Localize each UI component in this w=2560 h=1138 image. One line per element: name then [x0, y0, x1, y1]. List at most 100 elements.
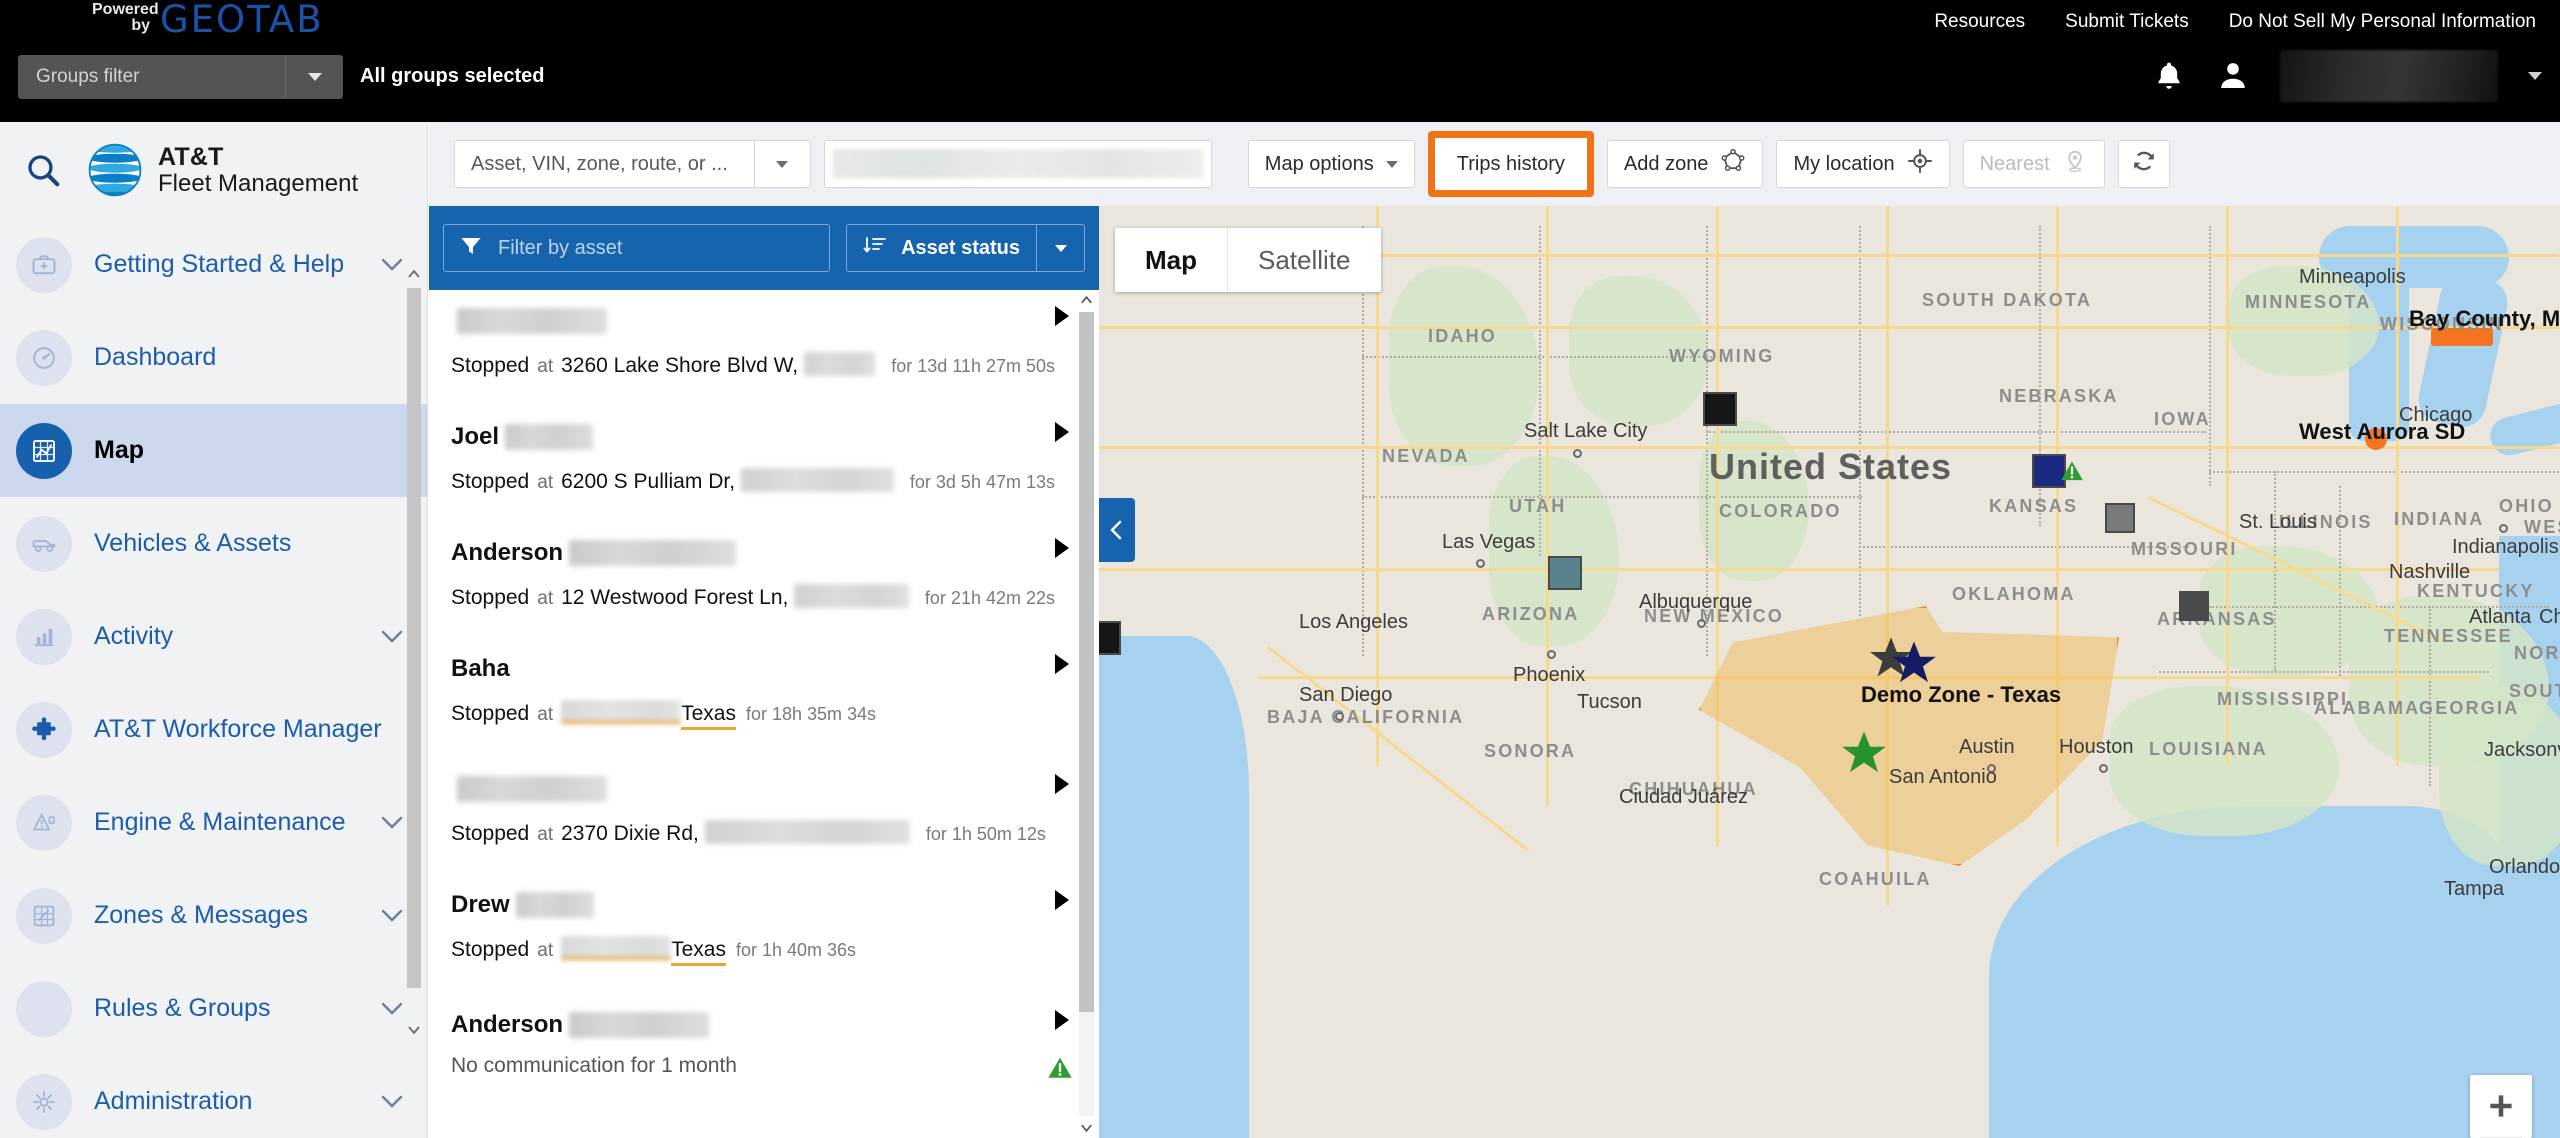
asset-row-expand-arrow-icon[interactable] — [1055, 422, 1069, 442]
asset-status-sort-caret[interactable] — [1036, 225, 1084, 271]
first-aid-kit-icon — [16, 236, 72, 293]
asset-zone-redacted[interactable] — [561, 700, 682, 724]
map-state-label: NEVADA — [1382, 446, 1470, 466]
search-input[interactable] — [823, 140, 1212, 188]
map-asset-marker[interactable] — [1548, 556, 1582, 590]
nav-link-do-not-sell[interactable]: Do Not Sell My Personal Information — [2229, 11, 2536, 33]
bar-chart-icon — [16, 608, 72, 665]
map-asset-marker[interactable] — [2179, 591, 2209, 621]
asset-status-sort-button[interactable]: Asset status — [846, 224, 1085, 272]
sidebar-item-vehicles-assets[interactable]: Vehicles & Assets — [0, 497, 427, 590]
map-zone-label-bay-county[interactable]: Bay County, MI — [2409, 306, 2560, 332]
asset-zone-link[interactable]: Texas — [671, 938, 726, 966]
map-tiles: MINNESOTA WISCONSIN SOUTH DAKOTA IDAHO W… — [1099, 206, 2560, 1138]
sidebar-item-rules-groups[interactable]: Rules & Groups — [0, 962, 427, 1055]
asset-row[interactable]: Baha Stopped at Texas for 18h 35m 34s — [429, 632, 1099, 752]
att-brand-text: AT&T Fleet Management — [158, 143, 358, 198]
chevron-down-icon[interactable] — [379, 257, 405, 273]
map-asset-marker[interactable] — [2105, 503, 2135, 533]
person-icon[interactable] — [2216, 58, 2250, 94]
sidebar-item-zones-messages[interactable]: Zones & Messages — [0, 869, 427, 962]
sidebar-item-map[interactable]: Map — [0, 404, 427, 497]
scroll-down-arrow-icon[interactable] — [406, 1022, 422, 1038]
asset-list-scrollbar[interactable] — [1077, 290, 1097, 1138]
asset-row-expand-arrow-icon[interactable] — [1055, 774, 1069, 794]
asset-at-word: at — [537, 824, 554, 845]
scrollbar-thumb[interactable] — [407, 288, 421, 988]
username-redacted[interactable] — [2280, 50, 2498, 102]
search-type-dropdown[interactable]: Asset, VIN, zone, route, or ... — [454, 140, 811, 188]
nav-link-resources[interactable]: Resources — [1934, 11, 2025, 33]
map-city-label: Albuquerque — [1639, 591, 1753, 613]
asset-zone-redacted[interactable] — [561, 936, 672, 960]
map-city-label: Orlando — [2489, 856, 2560, 878]
asset-row-expand-arrow-icon[interactable] — [1055, 654, 1069, 674]
sidebar-item-administration[interactable]: Administration — [0, 1055, 427, 1138]
refresh-button[interactable] — [2117, 140, 2170, 188]
asset-row-expand-arrow-icon[interactable] — [1055, 306, 1069, 326]
map-asset-star-marker[interactable] — [1839, 728, 1889, 783]
asset-row[interactable]: Drew Stopped at Texas for 1h 40m 36s — [429, 868, 1099, 988]
map-zone-label-west-aurora[interactable]: West Aurora SD — [2299, 419, 2465, 445]
map-state-label: OHIO — [2499, 496, 2554, 516]
filter-by-asset-input[interactable]: Filter by asset — [443, 224, 831, 272]
asset-row[interactable]: Stopped at 3260 Lake Shore Blvd W, for 1… — [429, 290, 1099, 400]
scroll-up-arrow-icon[interactable] — [1079, 292, 1094, 308]
tab-map[interactable]: Map — [1115, 228, 1227, 292]
nav-link-submit-tickets[interactable]: Submit Tickets — [2065, 11, 2189, 33]
asset-row-expand-arrow-icon[interactable] — [1055, 1010, 1069, 1030]
asset-row-expand-arrow-icon[interactable] — [1055, 890, 1069, 910]
chevron-down-icon[interactable] — [379, 908, 405, 924]
my-location-button[interactable]: My location — [1776, 140, 1950, 188]
asset-list[interactable]: Stopped at 3260 Lake Shore Blvd W, for 1… — [429, 290, 1099, 1138]
trips-history-button-highlighted[interactable]: Trips history — [1427, 131, 1594, 197]
asset-row-status: Stopped at 12 Westwood Forest Ln, for 21… — [451, 580, 1055, 610]
asset-row[interactable]: Stopped at 2370 Dixie Rd, for 1h 50m 12s — [429, 752, 1099, 868]
sidebar-item-att-workforce-manager[interactable]: AT&T Workforce Manager — [0, 683, 427, 776]
map-options-button[interactable]: Map options — [1247, 140, 1415, 188]
scroll-up-arrow-icon[interactable] — [406, 266, 422, 282]
asset-zone-link[interactable]: Texas — [681, 702, 736, 730]
asset-no-communication-text: No communication for 1 month — [451, 1054, 737, 1077]
sidebar-item-dashboard[interactable]: Dashboard — [0, 311, 427, 404]
map-icon — [16, 422, 72, 479]
chevron-down-icon[interactable] — [379, 629, 405, 645]
map-asset-marker[interactable] — [1703, 392, 1737, 426]
asset-status-sort-main[interactable]: Asset status — [847, 233, 1036, 263]
nearest-button[interactable]: Nearest — [1962, 140, 2105, 188]
zone-pentagon-icon — [1720, 148, 1746, 180]
sidebar-item-engine-maintenance[interactable]: Engine & Maintenance — [0, 776, 427, 869]
map-asset-marker[interactable] — [1099, 621, 1121, 655]
asset-row[interactable]: Anderson No communication for 1 month — [429, 988, 1099, 1100]
asset-row[interactable]: Joel Stopped at 6200 S Pulliam Dr, for 3… — [429, 400, 1099, 516]
chevron-down-icon[interactable] — [379, 815, 405, 831]
sidebar-item-activity[interactable]: Activity — [0, 590, 427, 683]
chevron-down-icon[interactable] — [379, 1094, 405, 1110]
groups-filter-caret[interactable] — [285, 55, 343, 99]
sidebar-scrollbar[interactable] — [403, 262, 425, 1042]
groups-filter-dropdown[interactable]: Groups filter — [18, 55, 343, 99]
scroll-down-arrow-icon[interactable] — [1079, 1120, 1094, 1136]
asset-row-expand-arrow-icon[interactable] — [1055, 538, 1069, 558]
map-asset-star-marker[interactable] — [1889, 638, 1939, 693]
map-canvas[interactable]: MINNESOTA WISCONSIN SOUTH DAKOTA IDAHO W… — [1099, 206, 2560, 1138]
map-warning-triangle-icon[interactable] — [2059, 458, 2085, 489]
vehicle-icon — [16, 515, 72, 572]
warning-triangle-icon[interactable] — [1045, 1054, 1075, 1082]
gauge-icon — [16, 329, 72, 386]
bell-icon[interactable] — [2152, 58, 2186, 94]
asset-row[interactable]: Anderson Stopped at 12 Westwood Forest L… — [429, 516, 1099, 632]
tab-satellite[interactable]: Satellite — [1228, 228, 1381, 292]
user-menu-chevron-down-icon[interactable] — [2528, 72, 2542, 80]
chevron-down-icon[interactable] — [379, 1001, 405, 1017]
sidebar-item-getting-started-help[interactable]: Getting Started & Help — [0, 218, 427, 311]
map-city-dot — [1476, 559, 1485, 568]
zoom-in-button[interactable] — [2470, 1075, 2532, 1137]
chevron-left-icon — [1110, 520, 1122, 540]
add-zone-button[interactable]: Add zone — [1606, 140, 1764, 188]
search-type-caret[interactable] — [753, 141, 810, 187]
panel-collapse-button[interactable] — [1099, 498, 1135, 562]
map-state-label: INDIANA — [2394, 509, 2485, 529]
sidebar-search-button[interactable] — [0, 151, 86, 189]
scrollbar-thumb[interactable] — [1079, 312, 1094, 1012]
